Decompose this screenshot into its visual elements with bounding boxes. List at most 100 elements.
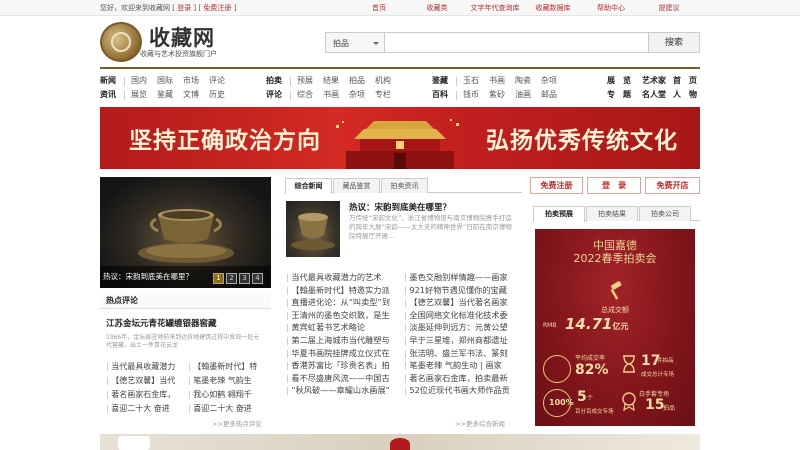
- percent-badge: 100%: [549, 398, 574, 407]
- hot-news-desc: 万传统“宋韵文化”，浙江省博物馆与南京博物院携手打造的跨年大展“宋韵——太大夫的…: [349, 214, 512, 240]
- list-item[interactable]: 著名画家石金库，: [106, 388, 188, 401]
- tiananmen-icon: [336, 119, 459, 169]
- more-general-news-link[interactable]: >>更多综合新闻: [455, 418, 505, 428]
- list-item[interactable]: 黄宾虹著书艺术略论: [286, 321, 404, 334]
- tab-auction-results[interactable]: 拍卖结果: [586, 206, 638, 221]
- nav-right-item[interactable]: 名人堂: [638, 87, 670, 103]
- list-item[interactable]: 【德艺双馨】当代: [106, 374, 188, 387]
- tab-general-news[interactable]: 综合新闻: [285, 178, 332, 194]
- nav-item[interactable]: 鉴藏: [157, 87, 183, 103]
- top-link-home[interactable]: 首页: [350, 3, 408, 13]
- slide-page-4[interactable]: 4: [252, 273, 263, 284]
- auction-event: 2022春季拍卖会: [573, 252, 657, 265]
- bottom-strip-decoration: [390, 438, 410, 450]
- top-link-collection[interactable]: 收藏类: [408, 3, 466, 13]
- bronze-cup-thumb-icon: [291, 213, 335, 250]
- list-item[interactable]: 王清州的墨色交织致，是生: [286, 309, 404, 322]
- record-label: 百分百成交专场: [575, 409, 614, 415]
- nav-item[interactable]: 邮品: [541, 87, 567, 103]
- tab-collection-appreciation[interactable]: 藏品鉴赏: [333, 178, 380, 193]
- list-item[interactable]: 我心如鹤 翱翔千: [188, 388, 270, 401]
- list-item[interactable]: 著名画家石金库，拍卖最新: [404, 372, 522, 385]
- nav-item[interactable]: 杂项: [349, 87, 375, 103]
- total-label: 总成交额: [601, 306, 629, 314]
- feature-slideshow[interactable]: 热议：宋韵到底美在哪里？ 1 2 3 4: [100, 177, 271, 288]
- list-item[interactable]: 喜迎二十大 奋进: [106, 402, 188, 415]
- nav-head-review[interactable]: 评论: [266, 87, 290, 103]
- tab-auction-preview[interactable]: 拍卖预展: [533, 206, 585, 222]
- nav-right-item[interactable]: 人 物: [670, 87, 700, 103]
- tab-auction-info[interactable]: 拍卖资讯: [381, 178, 428, 193]
- register-link[interactable]: [ 免费注册 ]: [198, 4, 236, 12]
- open-shop-button[interactable]: 免费开店: [645, 177, 700, 194]
- list-item[interactable]: 全国网络文化标准化技术委: [404, 309, 522, 322]
- nav-item[interactable]: 专栏: [375, 87, 401, 103]
- list-item[interactable]: 淡墨延伸到远方：元黄公望: [404, 321, 522, 334]
- nav-item[interactable]: 紫砂: [489, 87, 515, 103]
- list-item[interactable]: 当代最具收藏潜力: [106, 360, 188, 373]
- login-button[interactable]: 登 录: [587, 177, 641, 194]
- promo-banner[interactable]: 坚持正确政治方向 弘扬优秀传统文化: [100, 107, 700, 169]
- nav-item[interactable]: 综合: [297, 87, 323, 103]
- white-glove-unit: 个: [587, 395, 594, 402]
- slide-page-3[interactable]: 3: [239, 273, 250, 284]
- free-register-button[interactable]: 免费注册: [530, 177, 583, 194]
- nav-item[interactable]: 书画: [323, 87, 349, 103]
- bottom-banner-strip[interactable]: [100, 434, 700, 450]
- hot-news-title[interactable]: 热议：宋韵到底美在哪里？: [349, 201, 451, 213]
- list-item[interactable]: 【德艺双馨】当代著名画家: [404, 296, 522, 309]
- nav-head-wiki[interactable]: 百科: [432, 87, 456, 103]
- tab-auction-companies[interactable]: 拍卖公司: [639, 206, 691, 221]
- list-item[interactable]: 第二届上海城市当代雕塑与: [286, 334, 404, 347]
- list-item[interactable]: 【翰墨新时代】特邀实力派: [286, 284, 404, 297]
- nav-item[interactable]: 展览: [131, 87, 157, 103]
- list-item[interactable]: 笔墨老辣 气韵生动 | 画家: [404, 359, 522, 372]
- nav-item[interactable]: 油画: [515, 87, 541, 103]
- site-slogan: 收藏与艺术投资旗舰门户: [140, 50, 217, 58]
- list-item[interactable]: 香港苏富比「珍贵名表」拍: [286, 359, 404, 372]
- slide-page-1[interactable]: 1: [213, 273, 224, 284]
- hot-comment-desc: 1966年，金坛县驻地前来到达拆地建筑过程中发现一处元代窖藏，出土一件青花云龙: [106, 334, 260, 349]
- medal-icon: [622, 392, 636, 411]
- list-item[interactable]: 52位近现代书画大师作品贡: [404, 384, 522, 397]
- list-item[interactable]: 看不尽盛唐风流——中国古: [286, 372, 404, 385]
- list-item[interactable]: 【翰墨新时代】特: [188, 360, 270, 373]
- nav-item[interactable]: 文博: [183, 87, 209, 103]
- list-item[interactable]: 喜迎二十大 奋进: [188, 402, 270, 415]
- sessions-unit: 件拍品: [657, 358, 674, 364]
- more-hot-comments-link[interactable]: >>更多热点评论: [212, 418, 262, 428]
- logo-icon[interactable]: [100, 22, 142, 62]
- nav-item[interactable]: 历史: [209, 87, 235, 103]
- search-input[interactable]: [384, 32, 649, 53]
- top-link-database[interactable]: 收藏数据库: [524, 3, 582, 13]
- greeting-text: 您好，欢迎来到收藏网: [100, 4, 170, 12]
- nav-item[interactable]: 钱币: [463, 87, 489, 103]
- list-item[interactable]: 墨色交融别样情趣——画家: [404, 271, 522, 284]
- bronze-cup-image: [138, 209, 234, 263]
- list-item[interactable]: 张洁明、盛兰军书法、篆刻: [404, 347, 522, 360]
- site-name[interactable]: 收藏网: [149, 22, 215, 52]
- slide-page-2[interactable]: 2: [226, 273, 237, 284]
- list-item[interactable]: 921好物节遇见懂你的宝藏: [404, 284, 522, 297]
- list-item[interactable]: 直播进化论：从“叫卖型”到: [286, 296, 404, 309]
- login-link[interactable]: [ 登录 ]: [172, 4, 196, 12]
- hot-comment-title[interactable]: 江苏金坛元青花罐缠银器窖藏: [100, 317, 271, 329]
- top-link-suggest[interactable]: 提建议: [640, 3, 698, 13]
- list-item[interactable]: 笔墨老辣 气韵生: [188, 374, 270, 387]
- search-category-select[interactable]: 拍品: [325, 32, 385, 53]
- hot-comment-header: 热点评论: [100, 294, 271, 309]
- list-item[interactable]: 早于三星堆，郑州商都遗址: [404, 334, 522, 347]
- list-item[interactable]: 华夏书画院挂牌成立仪式在: [286, 347, 404, 360]
- auction-card[interactable]: 中国嘉德 2022春季拍卖会 总成交额 RMB 14.71亿元 平均成交率 82…: [535, 229, 695, 426]
- list-item[interactable]: 当代最具收藏潜力的艺术: [286, 271, 404, 284]
- nav-right-item[interactable]: 专 题: [600, 87, 638, 103]
- record-value: 15: [645, 397, 665, 413]
- hot-news-thumbnail[interactable]: [286, 201, 340, 257]
- list-item[interactable]: “秋风破——章耀山水画展”: [286, 384, 404, 397]
- hot-comment-panel: 热点评论 江苏金坛元青花罐缠银器窖藏 1966年，金坛县驻地前来到达拆地建筑过程…: [100, 294, 271, 350]
- nav-head-info[interactable]: 资讯: [100, 87, 124, 103]
- search-button[interactable]: 搜索: [648, 32, 700, 53]
- search-bar: 拍品 搜索: [325, 32, 700, 54]
- top-link-era-query[interactable]: 文字年代查询库: [466, 3, 524, 13]
- top-link-help[interactable]: 帮助中心: [582, 3, 640, 13]
